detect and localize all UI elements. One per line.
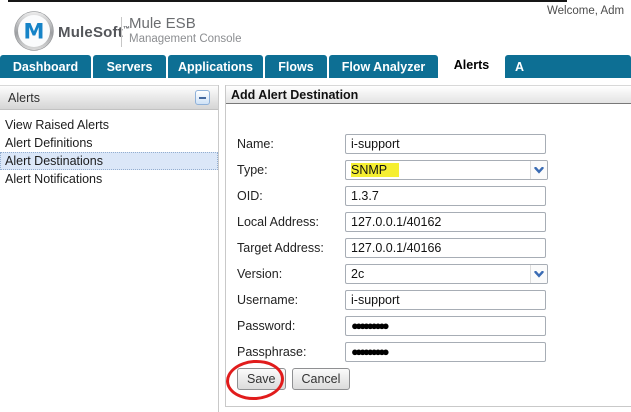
oid-label: OID: [237, 189, 263, 203]
name-input[interactable]: i-support [345, 134, 546, 154]
version-label: Version: [237, 267, 283, 281]
welcome-text: Welcome, Adm [547, 5, 625, 17]
name-label: Name: [237, 137, 274, 151]
target-address-value: 127.0.0.1/40166 [351, 241, 442, 255]
tab-dashboard[interactable]: Dashboard [0, 55, 91, 78]
oid-value: 1.3.7 [351, 189, 379, 203]
name-value: i-support [351, 137, 400, 151]
sidebar-item-alert-notifications[interactable]: Alert Notifications [0, 170, 218, 188]
save-button[interactable]: Save [237, 368, 286, 390]
brand-company: MuleSoft™ [58, 24, 130, 41]
passphrase-input[interactable]: ●●●●●●●●● [345, 342, 546, 362]
highlighted-text: SNMP [351, 163, 400, 177]
add-alert-destination-panel: Add Alert Destination Name: i-support Ty… [225, 85, 631, 407]
username-label: Username: [237, 293, 299, 307]
form-row: Local Address: 127.0.0.1/40162 [237, 212, 631, 232]
sidebar-item-alert-destinations[interactable]: Alert Destinations [0, 152, 218, 170]
tab-flow-analyzer[interactable]: Flow Analyzer [329, 55, 438, 78]
sidebar-items: View Raised Alerts Alert Definitions Ale… [0, 116, 218, 188]
version-select-button[interactable] [530, 265, 547, 283]
cancel-button[interactable]: Cancel [291, 368, 351, 390]
oid-input[interactable]: 1.3.7 [345, 186, 546, 206]
tab-flows[interactable]: Flows [265, 55, 327, 78]
top-border-line [8, 0, 567, 2]
sidebar-item-view-raised-alerts[interactable]: View Raised Alerts [0, 116, 218, 134]
product-name: Mule ESB [129, 15, 196, 32]
type-select-button[interactable] [530, 161, 547, 179]
svg-text:M: M [24, 20, 45, 44]
mulesoft-logo-icon: M [14, 11, 54, 51]
collapse-panel-button[interactable] [195, 90, 210, 105]
chevron-down-icon [534, 270, 544, 278]
type-label: Type: [237, 163, 268, 177]
local-address-value: 127.0.0.1/40162 [351, 215, 442, 229]
form-row: Target Address: 127.0.0.1/40166 [237, 238, 631, 258]
sidebar-item-alert-definitions[interactable]: Alert Definitions [0, 134, 218, 152]
brand-divider [121, 17, 122, 47]
local-address-input[interactable]: 127.0.0.1/40162 [345, 212, 546, 232]
chevron-down-icon [534, 166, 544, 174]
brand-company-text: MuleSoft [58, 24, 123, 41]
mmc-window: M MuleSoft™ Mule ESB Management Console … [0, 0, 631, 412]
type-select[interactable]: SNMP [345, 160, 548, 180]
main-nav-tabs: Dashboard Servers Applications Flows Flo… [0, 52, 631, 78]
local-address-label: Local Address: [237, 215, 319, 229]
tab-applications[interactable]: Applications [168, 55, 263, 78]
alert-destination-form: Name: i-support Type: SNMP OID: 1.3.7 Lo… [226, 104, 631, 390]
page-title: Add Alert Destination [226, 85, 631, 104]
type-value: SNMP [346, 161, 530, 179]
password-label: Password: [237, 319, 296, 333]
passphrase-masked-value: ●●●●●●●●● [351, 344, 390, 359]
sidebar-title: Alerts [8, 90, 40, 105]
target-address-input[interactable]: 127.0.0.1/40166 [345, 238, 546, 258]
username-value: i-support [351, 293, 400, 307]
tab-servers[interactable]: Servers [93, 55, 166, 78]
product-subtitle: Management Console [129, 33, 242, 45]
sidebar-header: Alerts [0, 85, 218, 110]
form-row: Passphrase: ●●●●●●●●● [237, 342, 631, 362]
version-select[interactable]: 2c [345, 264, 548, 284]
username-input[interactable]: i-support [345, 290, 546, 310]
form-row: Username: i-support [237, 290, 631, 310]
password-input[interactable]: ●●●●●●●●● [345, 316, 546, 336]
form-row: Version: 2c [237, 264, 631, 284]
passphrase-label: Passphrase: [237, 345, 307, 359]
tab-clipped-right[interactable]: A [505, 55, 631, 78]
form-row: Password: ●●●●●●●●● [237, 316, 631, 336]
form-buttons: Save Cancel [237, 368, 631, 390]
form-row: Type: SNMP [237, 160, 631, 180]
tab-alerts[interactable]: Alerts [440, 52, 503, 78]
target-address-label: Target Address: [237, 241, 324, 255]
form-row: OID: 1.3.7 [237, 186, 631, 206]
alerts-sidebar: Alerts View Raised Alerts Alert Definiti… [0, 85, 219, 412]
version-value: 2c [351, 267, 365, 281]
password-masked-value: ●●●●●●●●● [351, 318, 390, 333]
form-row: Name: i-support [237, 134, 631, 154]
minus-icon [199, 96, 206, 99]
